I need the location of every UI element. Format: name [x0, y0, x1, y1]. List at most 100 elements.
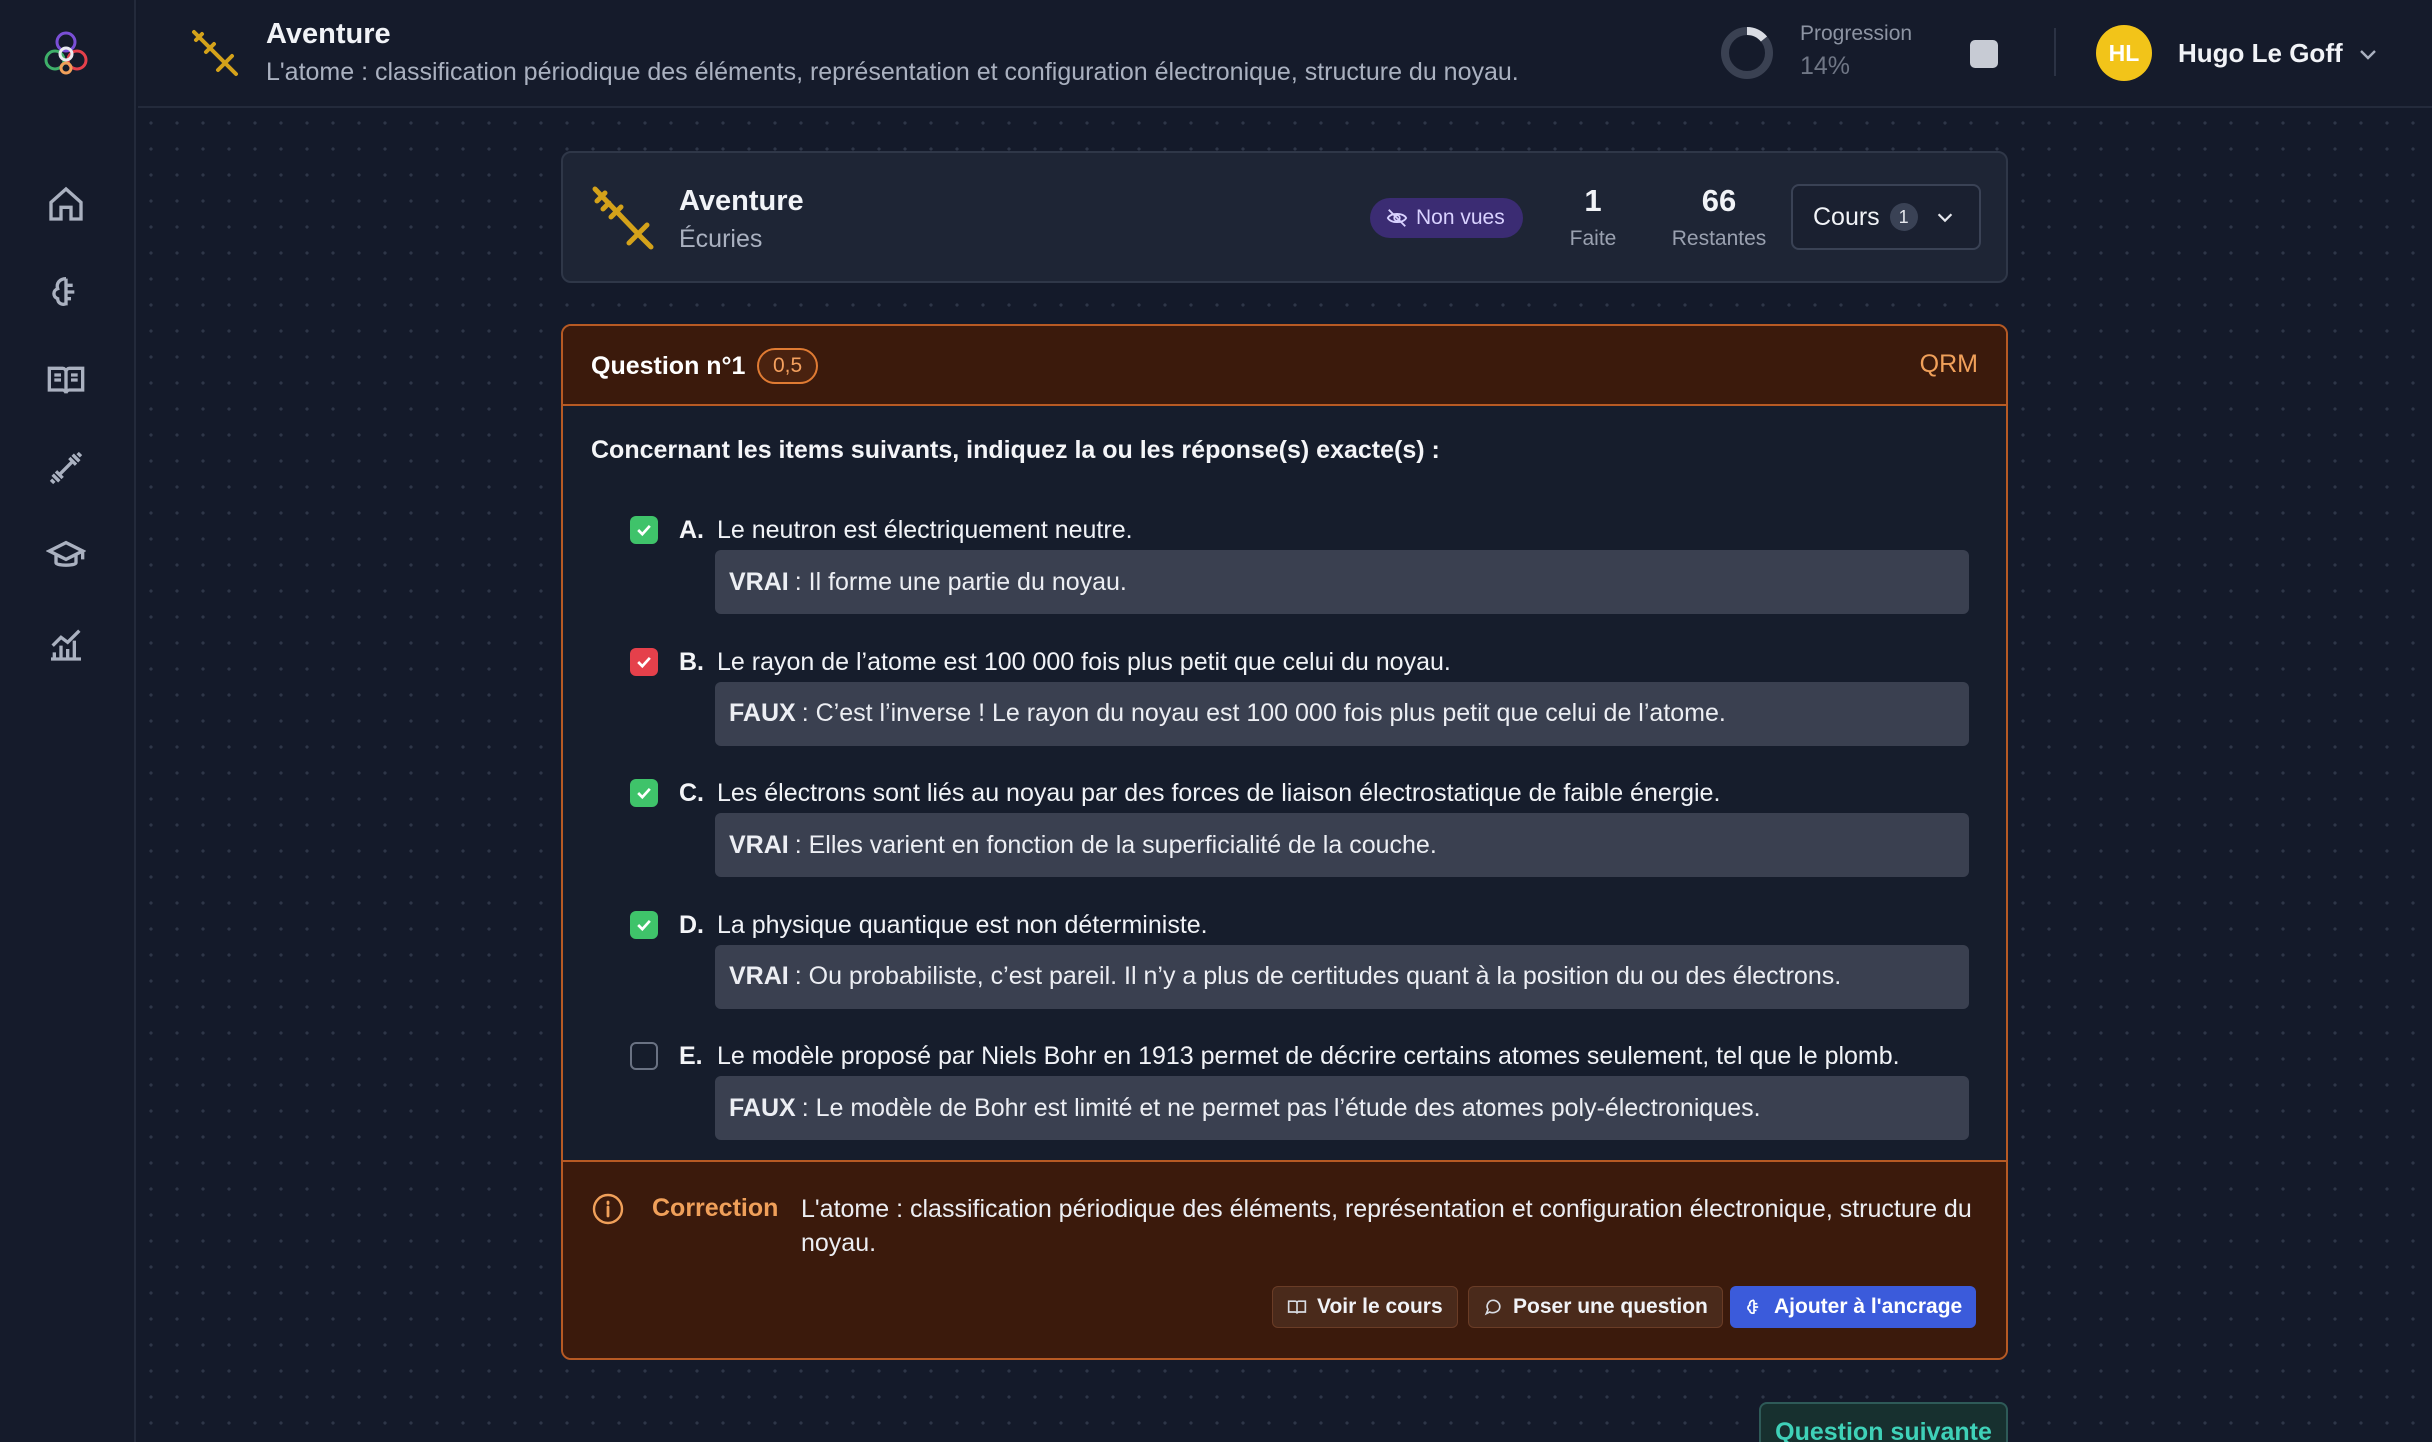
answer-checkbox[interactable] [630, 647, 658, 676]
sidebar-item-courses[interactable] [44, 358, 88, 402]
stop-button[interactable] [1970, 40, 1998, 68]
checkmark-icon [637, 656, 651, 668]
graduation-cap-icon [46, 540, 86, 567]
progress-ring [1718, 24, 1776, 82]
page-subtitle: L'atome : classification périodique des … [266, 58, 1519, 86]
answer-letter: A. [679, 516, 704, 544]
logo-icon [44, 31, 88, 75]
answer-verdict: VRAI [729, 830, 789, 859]
non-vues-badge[interactable]: Non vues [1370, 198, 1523, 238]
brain-icon [1747, 1299, 1759, 1314]
ask-question-button[interactable]: Poser une question [1468, 1286, 1723, 1328]
answer-verdict: FAUX [729, 1093, 796, 1122]
sidebar-item-exams[interactable] [44, 534, 88, 578]
answer-text: La physique quantique est non déterminis… [717, 910, 1208, 939]
app-logo[interactable] [36, 24, 96, 84]
answer-explanation: VRAI: Elles varient en fonction de la su… [715, 813, 1969, 877]
sidebar-item-home[interactable] [44, 182, 88, 226]
question-card: Question n°1 0,5 QRM Concernant les item… [561, 324, 2008, 1360]
user-name[interactable]: Hugo Le Goff [2178, 38, 2343, 69]
adventure-icon [188, 26, 240, 78]
done-count: 1 [1584, 183, 1602, 218]
answer-explanation-text: : Ou probabiliste, c’est pareil. Il n’y … [794, 962, 1842, 990]
chevron-down-icon[interactable] [2356, 42, 2380, 66]
home-icon [49, 186, 83, 221]
answer-explanation: FAUX: C’est l’inverse ! Le rayon du noya… [715, 681, 1969, 746]
done-stat: 1 Faite [1563, 183, 1623, 251]
answer-explanation-text: : Le modèle de Bohr est limité et ne per… [801, 1093, 1761, 1122]
answer-explanation: FAUX: Le modèle de Bohr est limité et ne… [715, 1076, 1969, 1140]
answer-verdict: VRAI [729, 567, 789, 596]
correction-text: L'atome : classification périodique des … [801, 1195, 1972, 1257]
book-icon [1287, 1300, 1307, 1314]
courses-count: 1 [1889, 203, 1918, 231]
adventure-title: Aventure [679, 185, 804, 217]
divider [2054, 28, 2056, 76]
eye-off-icon [1386, 209, 1408, 227]
remaining-count: 66 [1701, 183, 1737, 218]
question-prompt: Concernant les items suivants, indiquez … [591, 436, 1440, 464]
answer-checkbox[interactable] [630, 910, 658, 939]
view-course-button[interactable]: Voir le cours [1272, 1286, 1458, 1328]
done-label: Faite [1569, 227, 1617, 250]
view-course-label: Voir le cours [1317, 1295, 1443, 1318]
answer-item: E. Le modèle proposé par Niels Bohr en 19… [563, 1038, 2006, 1142]
answer-text: Les électrons sont liés au noyau par des… [717, 779, 1721, 807]
progress-label: Progression [1800, 22, 1913, 45]
answer-explanation: VRAI: Ou probabiliste, c’est pareil. Il … [715, 944, 1969, 1009]
adventure-icon [589, 183, 655, 253]
ask-question-label: Poser une question [1513, 1295, 1708, 1318]
sidebar [0, 0, 136, 1442]
checkmark-icon [637, 919, 651, 931]
adventure-card: Aventure Écuries Non vues 1 Faite 66 Res… [561, 151, 2008, 283]
answer-item: A. Le neutron est électriquement neutre. V… [563, 512, 2006, 616]
courses-label: Cours [1813, 202, 1880, 231]
answer-checkbox[interactable] [630, 1042, 658, 1070]
book-icon [47, 366, 85, 394]
progress-value: 14% [1800, 52, 1851, 80]
remaining-label: Restantes [1671, 227, 1767, 250]
courses-dropdown[interactable]: Cours 1 [1791, 184, 1981, 250]
remaining-stat: 66 Restantes [1659, 183, 1779, 251]
checkmark-icon [637, 787, 651, 800]
answer-explanation-text: : C’est l’inverse ! Le rayon du noyau es… [801, 699, 1726, 727]
answer-text: Le neutron est électriquement neutre. [717, 516, 1133, 544]
answer-explanation-text: : Elles varient en fonction de la superf… [794, 830, 1437, 859]
checkmark-icon [637, 524, 651, 537]
answer-checkbox[interactable] [630, 516, 658, 544]
sidebar-item-anchoring[interactable] [44, 270, 88, 314]
correction-panel: Correction L'atome : classification péri… [563, 1160, 2006, 1358]
next-question-button[interactable]: Question suivante [1759, 1402, 2008, 1442]
answer-item: D. La physique quantique est non détermin… [563, 907, 2006, 1011]
answer-text: Le rayon de l’atome est 100 000 fois plu… [717, 647, 1451, 676]
avatar[interactable]: HL [2096, 25, 2152, 81]
question-header: Question n°1 0,5 QRM [563, 326, 2006, 406]
answer-explanation: VRAI: Il forme une partie du noyau. [715, 550, 1969, 614]
top-bar: Aventure L'atome : classification périod… [138, 0, 2432, 108]
answer-verdict: FAUX [729, 699, 796, 727]
sidebar-item-training[interactable] [44, 446, 88, 490]
question-title: Question n°1 [591, 352, 746, 380]
answer-letter: C. [679, 779, 704, 807]
chevron-down-icon [1937, 213, 1952, 223]
answer-letter: E. [679, 1042, 703, 1070]
answer-checkbox[interactable] [630, 779, 658, 807]
answer-verdict: VRAI [729, 962, 789, 990]
non-vues-label: Non vues [1416, 206, 1505, 229]
answer-letter: D. [679, 910, 704, 939]
answer-letter: B. [679, 647, 704, 676]
correction-label: Correction [652, 1194, 779, 1222]
points-badge: 0,5 [757, 348, 819, 384]
answer-item: C. Les électrons sont liés au noyau par d… [563, 775, 2006, 879]
sidebar-item-stats[interactable] [44, 622, 88, 666]
answer-text: Le modèle proposé par Niels Bohr en 1913… [717, 1042, 1900, 1070]
adventure-subtitle: Écuries [679, 225, 763, 253]
brain-icon [52, 277, 75, 306]
stats-chart-icon [51, 629, 81, 661]
add-anchor-label: Ajouter à l'ancrage [1774, 1295, 1963, 1318]
info-icon [591, 1192, 625, 1226]
dumbbell-icon [49, 451, 83, 485]
add-anchor-button[interactable]: Ajouter à l'ancrage [1730, 1286, 1977, 1328]
page-title: Aventure [266, 18, 391, 50]
question-type: QRM [1919, 350, 1978, 378]
